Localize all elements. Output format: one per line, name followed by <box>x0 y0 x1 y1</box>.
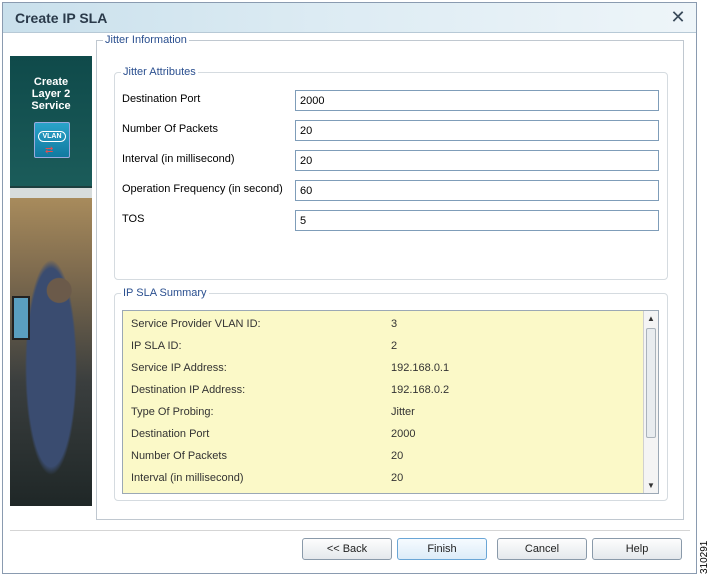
number-of-packets-input[interactable] <box>295 120 659 141</box>
wizard-sidebar: Create Layer 2 Service VLAN ⇄ <box>10 56 92 506</box>
window-title: Create IP SLA <box>15 10 108 26</box>
summary-row: Destination IP Address: 192.168.0.2 <box>123 379 643 401</box>
panel-legend: Jitter Information <box>103 34 189 46</box>
sidebar-header: Create Layer 2 Service VLAN ⇄ <box>10 56 92 186</box>
sidebar-title: Create Layer 2 Service <box>31 76 71 112</box>
help-button[interactable]: Help <box>592 538 682 560</box>
summary-value: Jitter <box>391 406 415 418</box>
vlan-icon: VLAN ⇄ <box>34 122 70 158</box>
finish-button[interactable]: Finish <box>397 538 487 560</box>
operation-frequency-input[interactable] <box>295 180 659 201</box>
tos-label: TOS <box>122 213 145 225</box>
jitter-attributes-legend: Jitter Attributes <box>121 66 198 78</box>
summary-row: Service IP Address: 192.168.0.1 <box>123 357 643 379</box>
scroll-down-icon[interactable]: ▼ <box>644 478 658 493</box>
destination-port-input[interactable] <box>295 90 659 111</box>
summary-row: Type Of Probing: Jitter <box>123 401 643 423</box>
summary-value: 2 <box>391 340 398 352</box>
back-button[interactable]: << Back <box>302 538 392 560</box>
summary-key: Service Provider VLAN ID: <box>131 318 261 330</box>
summary-key: Destination Port <box>131 428 210 440</box>
summary-key: Service IP Address: <box>131 362 227 374</box>
summary-value: 192.168.0.2 <box>391 384 450 396</box>
vlan-icon-label: VLAN <box>38 131 66 142</box>
destination-port-label: Destination Port <box>122 93 201 105</box>
summary-row: IP SLA ID: 2 <box>123 335 643 357</box>
figure-id-text: 310291 <box>699 540 710 574</box>
number-of-packets-label: Number Of Packets <box>122 123 218 135</box>
interval-label: Interval (in millisecond) <box>122 153 235 165</box>
summary-value: 20 <box>391 450 404 462</box>
close-icon[interactable]: ✕ <box>668 7 688 27</box>
figure-id: 310291 <box>697 540 711 576</box>
interval-input[interactable] <box>295 150 659 171</box>
summary-value: 192.168.0.1 <box>391 362 450 374</box>
title-bar: Create IP SLA ✕ <box>3 3 696 33</box>
scroll-thumb[interactable] <box>646 328 656 438</box>
footer-divider <box>10 530 690 531</box>
cancel-button[interactable]: Cancel <box>497 538 587 560</box>
sidebar-divider <box>10 188 92 198</box>
scroll-up-icon[interactable]: ▲ <box>644 311 658 326</box>
sidebar-photo <box>10 198 92 506</box>
summary-row: Number Of Packets 20 <box>123 445 643 467</box>
tos-input[interactable] <box>295 210 659 231</box>
summary-key: IP SLA ID: <box>131 340 182 352</box>
summary-key: Type Of Probing: <box>131 406 214 418</box>
summary-key: Number Of Packets <box>131 450 227 462</box>
ip-sla-summary-legend: IP SLA Summary <box>121 287 209 299</box>
summary-key: Destination IP Address: <box>131 384 246 396</box>
summary-row: Interval (in millisecond) 20 <box>123 467 643 489</box>
arrows-icon: ⇄ <box>45 145 54 156</box>
summary-value: 20 <box>391 472 404 484</box>
summary-scrollbar[interactable]: ▲ ▼ <box>643 311 658 493</box>
summary-row: Service Provider VLAN ID: 3 <box>123 313 643 335</box>
summary-key: Interval (in millisecond) <box>131 472 244 484</box>
summary-list[interactable]: Service Provider VLAN ID: 3 IP SLA ID: 2… <box>122 310 659 494</box>
summary-row: Destination Port 2000 <box>123 423 643 445</box>
operation-frequency-label: Operation Frequency (in second) <box>122 183 283 195</box>
monitor-image <box>12 296 30 340</box>
summary-value: 2000 <box>391 428 416 440</box>
summary-value: 3 <box>391 318 398 330</box>
